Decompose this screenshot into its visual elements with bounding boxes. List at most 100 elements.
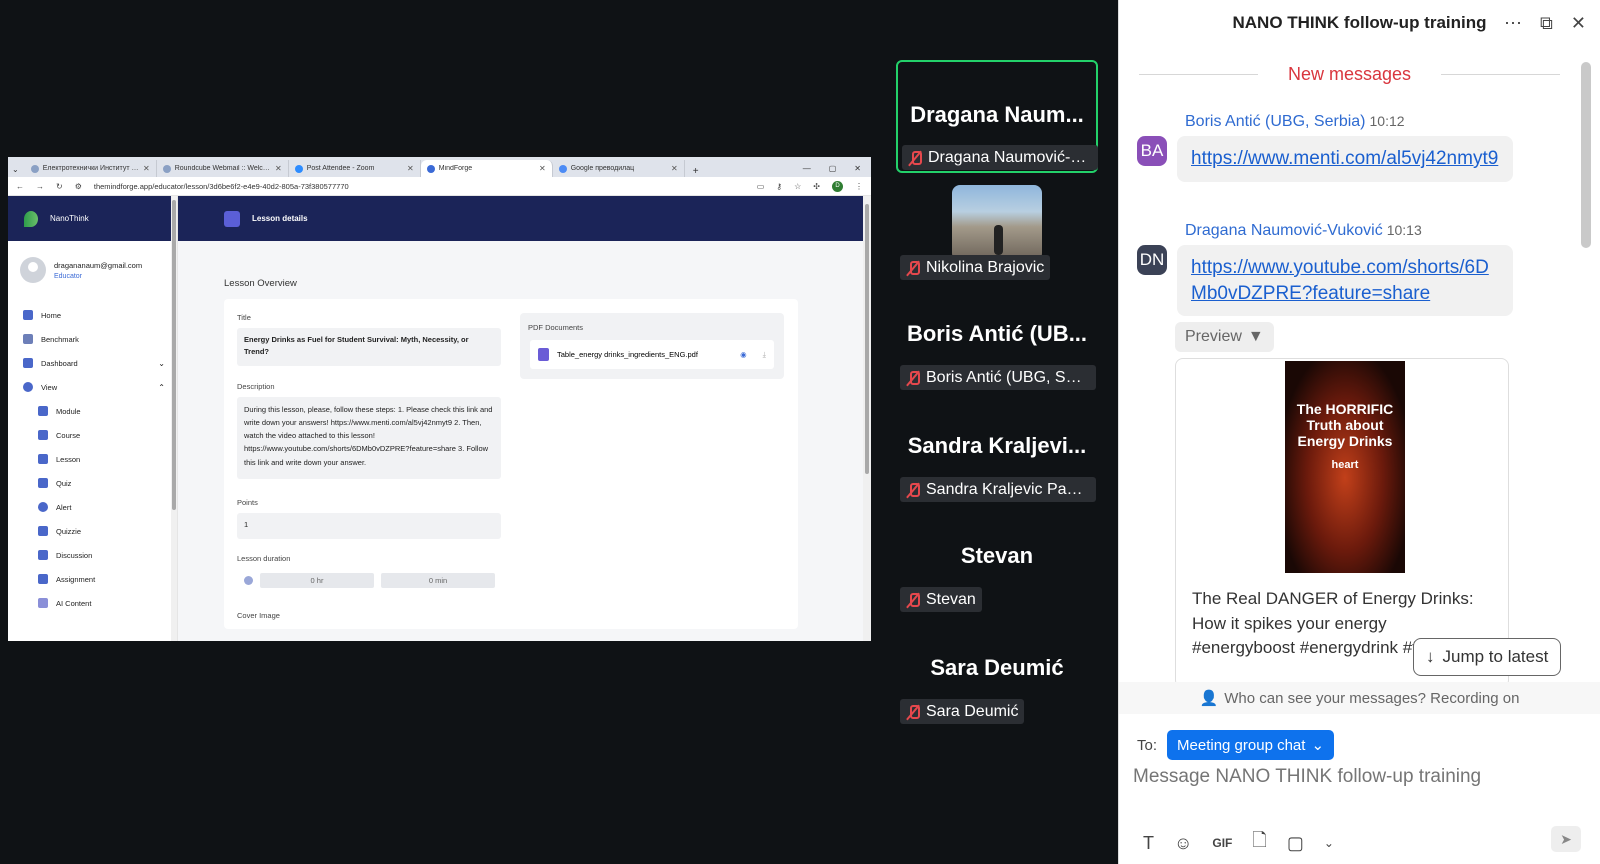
- sidebar-item-lesson[interactable]: Lesson: [8, 447, 177, 471]
- points-field[interactable]: 1: [237, 513, 501, 539]
- pop-out-icon[interactable]: ⧉: [1540, 13, 1553, 34]
- browser-tab[interactable]: Google преводилац ✕: [553, 160, 685, 177]
- close-tab-icon[interactable]: ✕: [275, 164, 282, 173]
- password-key-icon[interactable]: ⚷: [776, 182, 782, 191]
- pdf-file-name[interactable]: Table_energy drinks_ingredients_ENG.pdf: [557, 350, 698, 359]
- participant-tile[interactable]: Nikolina Brajovic: [896, 182, 1098, 295]
- sender-avatar[interactable]: DN: [1137, 245, 1167, 275]
- overview-title: Lesson Overview: [224, 278, 297, 289]
- minimize-icon[interactable]: —: [803, 164, 811, 173]
- jump-to-latest-button[interactable]: ↓ Jump to latest: [1413, 638, 1562, 676]
- message-input[interactable]: [1133, 766, 1573, 788]
- site-info-icon[interactable]: ⚙: [75, 182, 82, 191]
- sender-name[interactable]: Boris Antić (UBG, Serbia): [1185, 113, 1366, 130]
- pdf-documents-label: PDF Documents: [528, 323, 584, 332]
- back-icon[interactable]: ←: [16, 182, 24, 191]
- message-link[interactable]: https://www.menti.com/al5vj42nmyt9: [1177, 136, 1513, 182]
- forward-icon[interactable]: →: [36, 182, 44, 191]
- view-eye-icon[interactable]: ◉: [740, 350, 747, 360]
- browser-tab[interactable]: Post Attendee - Zoom ✕: [289, 160, 421, 177]
- chevron-down-icon[interactable]: ⌄: [1324, 836, 1334, 850]
- duration-hours-field[interactable]: 0 hr: [260, 573, 374, 588]
- extensions-icon[interactable]: ✣: [813, 182, 820, 191]
- to-label: To:: [1137, 736, 1158, 754]
- main-scrollbar[interactable]: [863, 196, 871, 641]
- sidebar-item-ai-content[interactable]: AI Content: [8, 591, 177, 615]
- sidebar-item-discussion[interactable]: Discussion: [8, 543, 177, 567]
- close-tab-icon[interactable]: ✕: [407, 164, 414, 173]
- lesson-header: Lesson details: [178, 196, 871, 241]
- recipient-label: Meeting group chat: [1177, 736, 1306, 754]
- sender-name[interactable]: Dragana Naumović-Vuković: [1185, 222, 1383, 239]
- mic-muted-icon: [906, 260, 920, 276]
- window-close-icon[interactable]: ✕: [854, 164, 861, 173]
- sidebar-item-label: Benchmark: [41, 334, 79, 344]
- close-tab-icon[interactable]: ✕: [671, 164, 678, 173]
- title-field[interactable]: Energy Drinks as Fuel for Student Surviv…: [237, 328, 501, 366]
- maximize-icon[interactable]: ▢: [829, 164, 837, 173]
- sidebar-item-benchmark[interactable]: Benchmark: [8, 327, 177, 351]
- sidebar-item-home[interactable]: Home: [8, 303, 177, 327]
- video-thumbnail[interactable]: The HORRIFIC Truth about Energy Drinks h…: [1285, 361, 1405, 573]
- sidebar-item-course[interactable]: Course: [8, 423, 177, 447]
- participant-tile-active[interactable]: Dragana Naum... Dragana Naumović-V...: [896, 60, 1098, 173]
- cast-icon[interactable]: ▭: [757, 182, 765, 191]
- reload-icon[interactable]: ↻: [56, 182, 63, 191]
- more-options-icon[interactable]: ⋯: [1504, 13, 1522, 34]
- participant-tile[interactable]: Stevan Stevan: [896, 517, 1098, 630]
- url-field[interactable]: themindforge.app/educator/lesson/3d6be6f…: [94, 182, 745, 191]
- user-profile[interactable]: dragananaum@gmail.com Educator: [8, 241, 177, 295]
- chat-scrollbar[interactable]: [1581, 62, 1591, 248]
- quiz-icon: [38, 478, 48, 488]
- new-messages-divider: New messages: [1139, 64, 1561, 85]
- sidebar-item-quizzie[interactable]: Quizzie: [8, 519, 177, 543]
- close-tab-icon[interactable]: ✕: [539, 164, 546, 173]
- assignment-icon: [38, 574, 48, 584]
- pdf-file-row[interactable]: Table_energy drinks_ingredients_ENG.pdf …: [530, 340, 774, 369]
- text-format-icon[interactable]: T: [1143, 833, 1154, 854]
- participant-name-tag: Boris Antić (UBG, Serbi...: [900, 365, 1096, 390]
- sidebar-item-label: Discussion: [56, 550, 93, 560]
- message-link[interactable]: https://www.youtube.com/shorts/6DMb0vDZP…: [1177, 245, 1513, 317]
- participant-name: Dragana Naumović-V...: [928, 148, 1092, 166]
- recipient-dropdown[interactable]: Meeting group chat ⌄: [1167, 730, 1335, 760]
- file-icon[interactable]: 🗋: [1252, 828, 1266, 858]
- sidebar-scrollbar[interactable]: [171, 196, 177, 641]
- participant-tile[interactable]: Sara Deumić Sara Deumić: [896, 629, 1098, 742]
- sidebar-item-label: Lesson: [56, 454, 81, 464]
- profile-avatar[interactable]: D: [832, 180, 843, 192]
- send-button[interactable]: ➤: [1551, 826, 1581, 852]
- sidebar-item-assignment[interactable]: Assignment: [8, 567, 177, 591]
- emoji-icon[interactable]: ☺: [1174, 833, 1192, 854]
- new-messages-label: New messages: [1287, 64, 1412, 84]
- new-tab-icon[interactable]: +: [685, 166, 707, 177]
- duration-minutes-field[interactable]: 0 min: [381, 573, 495, 588]
- browser-menu-icon[interactable]: ⋮: [855, 182, 863, 191]
- chart-line-icon: [23, 334, 33, 344]
- sidebar-item-alert[interactable]: Alert: [8, 495, 177, 519]
- sidebar-item-quiz[interactable]: Quiz: [8, 471, 177, 495]
- brand-name: NanoThink: [50, 214, 89, 223]
- description-field[interactable]: During this lesson, please, follow these…: [237, 397, 501, 479]
- sidebar-item-label: Assignment: [56, 574, 96, 584]
- close-chat-icon[interactable]: ✕: [1571, 13, 1586, 34]
- download-icon[interactable]: ⤓: [763, 350, 766, 360]
- browser-tab-active[interactable]: MindForge ✕: [420, 160, 553, 177]
- participant-tile[interactable]: Boris Antić (UB... Boris Antić (UBG, Ser…: [896, 293, 1098, 406]
- sidebar-item-module[interactable]: Module: [8, 399, 177, 423]
- close-tab-icon[interactable]: ✕: [143, 164, 150, 173]
- sidebar-item-view[interactable]: View ⌃: [8, 375, 177, 399]
- screenshot-icon[interactable]: ▢: [1287, 833, 1304, 854]
- browser-tab[interactable]: Електротехнички Институт Нико ✕: [25, 160, 157, 177]
- gif-icon[interactable]: GIF: [1212, 836, 1232, 850]
- bookmark-star-icon[interactable]: ☆: [794, 182, 801, 191]
- sender-avatar[interactable]: BA: [1137, 136, 1167, 166]
- description-label: Description: [237, 382, 275, 391]
- sidebar-item-dashboard[interactable]: Dashboard ⌄: [8, 351, 177, 375]
- preview-toggle[interactable]: Preview ▼: [1175, 322, 1274, 352]
- participant-tile[interactable]: Sandra Kraljevi... Sandra Kraljevic Pave…: [896, 405, 1098, 518]
- visibility-note[interactable]: 👤 Who can see your messages? Recording on: [1119, 682, 1600, 714]
- browser-tab[interactable]: Roundcube Webmail :: Welcome ✕: [157, 160, 289, 177]
- tab-list-icon[interactable]: ⌄: [12, 165, 25, 177]
- app-brand[interactable]: NanoThink: [8, 196, 177, 241]
